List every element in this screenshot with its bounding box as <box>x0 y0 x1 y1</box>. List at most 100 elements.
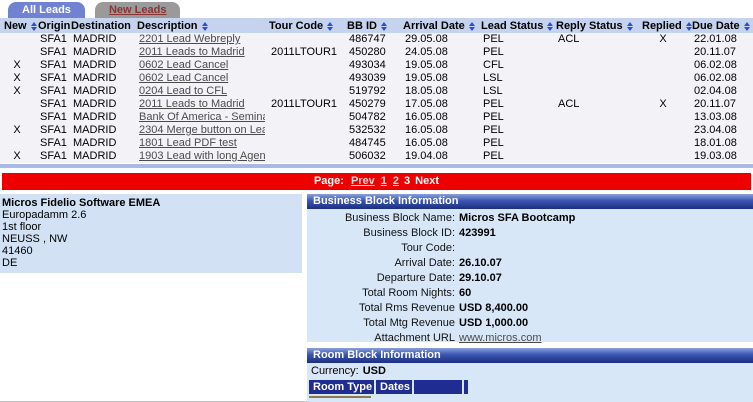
cell-new-flag <box>0 46 34 59</box>
cell-due-date: 20.11.07 <box>688 46 753 59</box>
table-row[interactable]: SFA1 MADRID 2201 Lead Webreply 486747 29… <box>0 33 753 46</box>
cell-bb-id: 493039 <box>343 72 399 85</box>
cell-due-date: 23.04.08 <box>688 124 753 137</box>
cell-destination: MADRID <box>67 72 133 85</box>
cell-lead-status: CFL <box>477 59 552 72</box>
cell-arrival-date: 19.05.08 <box>399 72 477 85</box>
cell-replied <box>638 137 688 150</box>
column-header[interactable]: Arrival Date <box>399 18 477 33</box>
attachment-label: Attachment URL <box>307 331 459 346</box>
room-block-table-header: Room TypeDates <box>309 380 753 394</box>
table-row[interactable]: SFA1 MADRID 2011 Leads to Madrid 2011LTO… <box>0 98 753 111</box>
sort-icon[interactable] <box>202 22 208 31</box>
cell-reply-status <box>552 137 638 150</box>
lead-description-link[interactable]: 2011 Leads to Madrid <box>139 98 245 110</box>
lead-description-link[interactable]: 0602 Lead Cancel <box>139 72 228 84</box>
business-block-panel-body: Business Block Name: Micros SFA Bootcamp… <box>307 209 753 342</box>
table-row[interactable]: X SFA1 MADRID 0204 Lead to CFL 519792 18… <box>0 85 753 98</box>
column-header[interactable]: BB ID <box>343 18 399 33</box>
column-header[interactable]: Lead Status <box>477 18 552 33</box>
cell-due-date: 20.11.07 <box>688 98 753 111</box>
cell-arrival-date: 29.05.08 <box>399 33 477 46</box>
field-row: Business Block Name: Micros SFA Bootcamp <box>307 211 753 226</box>
cell-new-flag <box>0 33 34 46</box>
table-row[interactable]: SFA1 MADRID 1801 Lead PDF test 484745 16… <box>0 137 753 150</box>
cell-new-flag: X <box>0 124 34 137</box>
attachment-row: Attachment URL www.micros.com <box>307 331 753 346</box>
lead-description-link[interactable]: Bank Of America - Seminar <box>139 111 265 123</box>
company-name: Micros Fidelio Software EMEA <box>2 197 298 209</box>
column-header[interactable]: Due Date <box>688 18 753 33</box>
lead-description-link[interactable]: 1801 Lead PDF test <box>139 137 237 149</box>
sort-icon[interactable] <box>744 22 750 31</box>
table-row[interactable]: SFA1 MADRID 2011 Leads to Madrid 2011LTO… <box>0 46 753 59</box>
sort-icon[interactable] <box>381 22 387 31</box>
cell-arrival-date: 16.05.08 <box>399 111 477 124</box>
tab-new-leads[interactable]: New Leads <box>95 2 180 18</box>
lower-section: Micros Fidelio Software EMEA Europadamm … <box>0 194 753 402</box>
lead-description-link[interactable]: 2304 Merge button on Lead <box>139 124 265 136</box>
cell-origin: SFA1 <box>34 150 67 163</box>
sort-icon[interactable] <box>469 22 475 31</box>
lead-description-link[interactable]: 2201 Lead Webreply <box>139 33 240 45</box>
sort-icon[interactable] <box>327 22 333 31</box>
field-row: Total Rms Revenue USD 8,400.00 <box>307 301 753 316</box>
pagination-page-link[interactable]: 1 <box>381 175 387 187</box>
cell-origin: SFA1 <box>34 111 67 124</box>
table-row[interactable]: X SFA1 MADRID 2304 Merge button on Lead … <box>0 124 753 137</box>
business-block-fields: Business Block Name: Micros SFA Bootcamp… <box>307 211 753 331</box>
cell-arrival-date: 16.05.08 <box>399 124 477 137</box>
field-value: USD 1,000.00 <box>459 316 753 331</box>
room-block-panel-title: Room Block Information <box>307 348 753 363</box>
column-header-label: Destination <box>71 20 131 32</box>
lead-description-link[interactable]: 0204 Lead to CFL <box>139 85 227 97</box>
company-address-block: Micros Fidelio Software EMEA Europadamm … <box>0 194 302 273</box>
column-header[interactable]: Destination <box>67 18 133 33</box>
pagination-page-link[interactable]: Prev <box>351 175 375 187</box>
field-row: Arrival Date: 26.10.07 <box>307 256 753 271</box>
column-header[interactable]: Description <box>133 18 265 33</box>
currency-label: Currency: <box>311 365 359 377</box>
business-block-panel-title: Business Block Information <box>307 194 753 209</box>
cell-origin: SFA1 <box>34 98 67 111</box>
column-header[interactable]: New <box>0 18 34 33</box>
lead-description-link[interactable]: 0602 Lead Cancel <box>139 59 228 71</box>
pagination-next-link[interactable]: Next <box>415 175 439 187</box>
column-header-label: Arrival Date <box>403 20 465 32</box>
attachment-url-link[interactable]: www.micros.com <box>459 332 542 344</box>
column-header-label: New <box>4 20 27 32</box>
table-row[interactable]: X SFA1 MADRID 1903 Lead with long Agenda… <box>0 150 753 163</box>
field-value: 60 <box>459 286 753 301</box>
cell-new-flag <box>0 137 34 150</box>
cell-arrival-date: 16.05.08 <box>399 137 477 150</box>
cell-replied <box>638 124 688 137</box>
room-block-column-header: Dates <box>376 380 412 394</box>
cell-tour-code <box>265 59 343 72</box>
table-row[interactable]: X SFA1 MADRID 0602 Lead Cancel 493034 19… <box>0 59 753 72</box>
cell-origin: SFA1 <box>34 46 67 59</box>
cell-lead-status: LSL <box>477 85 552 98</box>
table-row[interactable]: X SFA1 MADRID 0602 Lead Cancel 493039 19… <box>0 72 753 85</box>
company-address-lines: Europadamm 2.61st floorNEUSS , NW41460DE <box>2 209 298 269</box>
cell-bb-id: 506032 <box>343 150 399 163</box>
field-row: Business Block ID: 423991 <box>307 226 753 241</box>
tab-all-leads[interactable]: All Leads <box>8 2 85 18</box>
cell-reply-status: ACL <box>552 98 638 111</box>
pagination-page-link[interactable]: 2 <box>393 175 399 187</box>
cell-replied <box>638 150 688 163</box>
field-value: 423991 <box>459 226 753 241</box>
field-value <box>459 241 753 256</box>
lead-description-link[interactable]: 1903 Lead with long Agenda <box>139 150 265 162</box>
cell-tour-code: 2011LTOUR1 <box>265 46 343 59</box>
column-header[interactable]: Origin <box>34 18 67 33</box>
field-row: Departure Date: 29.10.07 <box>307 271 753 286</box>
lead-description-link[interactable]: 2011 Leads to Madrid <box>139 46 245 58</box>
cell-tour-code <box>265 85 343 98</box>
column-header[interactable]: Reply Status <box>552 18 638 33</box>
field-label: Total Room Nights: <box>307 286 459 301</box>
column-header[interactable]: Replied <box>638 18 688 33</box>
table-row[interactable]: SFA1 MADRID Bank Of America - Seminar 50… <box>0 111 753 124</box>
cell-new-flag: X <box>0 72 34 85</box>
column-header[interactable]: Tour Code <box>265 18 343 33</box>
sort-icon[interactable] <box>627 22 633 31</box>
